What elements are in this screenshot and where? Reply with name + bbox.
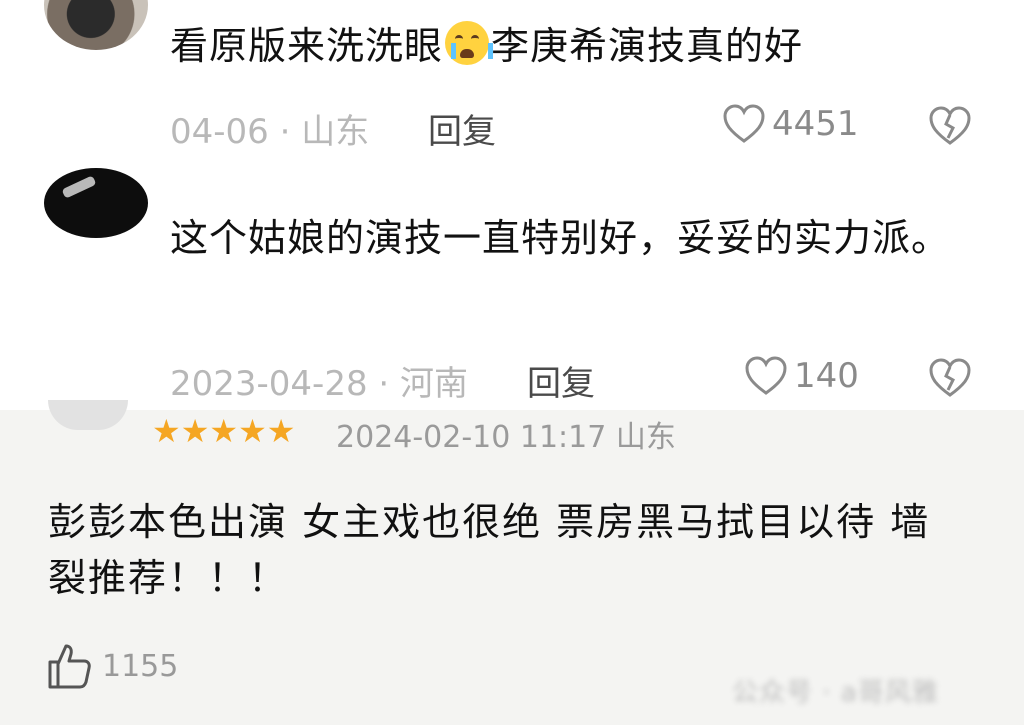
comment-meta: 04-06 · 山东 (170, 112, 370, 152)
thumbs-up-icon (48, 644, 91, 689)
avatar[interactable] (44, 0, 148, 50)
like-button[interactable]: 4451 (722, 104, 859, 144)
like-count: 4451 (772, 104, 859, 144)
like-count: 140 (794, 356, 859, 396)
heart-icon (723, 104, 765, 143)
review-card: ★★★★★ 2024-02-10 11:17 山东 彭彭本色出演 女主戏也很绝 … (0, 400, 1024, 725)
heart-icon (745, 356, 787, 395)
review-datetime: 2024-02-10 11:17 山东 (336, 420, 676, 455)
review-text: 彭彭本色出演 女主戏也很绝 票房黑马拭目以待 墙裂推荐！！！ (48, 500, 931, 600)
comment-text: 这个姑娘的演技一直特别好，妥妥的实力派。 (170, 216, 951, 260)
like-button[interactable]: 1155 (46, 642, 178, 690)
broken-heart-icon (929, 358, 971, 397)
like-button[interactable]: 140 (744, 356, 859, 396)
dislike-button[interactable] (928, 358, 972, 402)
watermark: 公众号 · a哥风雅 (732, 678, 939, 708)
comment-meta: 2023-04-28 · 河南 (170, 364, 469, 404)
star-rating: ★★★★★ (152, 414, 297, 448)
reply-button[interactable]: 回复 (428, 104, 496, 153)
avatar[interactable] (44, 168, 148, 238)
comment-text-part: 看原版来洗洗眼 (170, 24, 444, 68)
like-count: 1155 (102, 648, 179, 684)
comment-list: 看原版来洗洗眼 李庚希演技真的好 04-06 · 山东 回复 4451 这个姑娘的… (0, 0, 1024, 410)
avatar[interactable] (48, 400, 128, 430)
broken-heart-icon (929, 106, 971, 145)
comment-text: 看原版来洗洗眼 李庚希演技真的好 (170, 18, 803, 74)
loudly-crying-face-icon (445, 21, 494, 65)
dislike-button[interactable] (928, 106, 972, 150)
stars-icon: ★★★★★ (152, 412, 296, 450)
comment-text-part: 李庚希演技真的好 (491, 24, 804, 68)
reply-button[interactable]: 回复 (527, 356, 595, 405)
